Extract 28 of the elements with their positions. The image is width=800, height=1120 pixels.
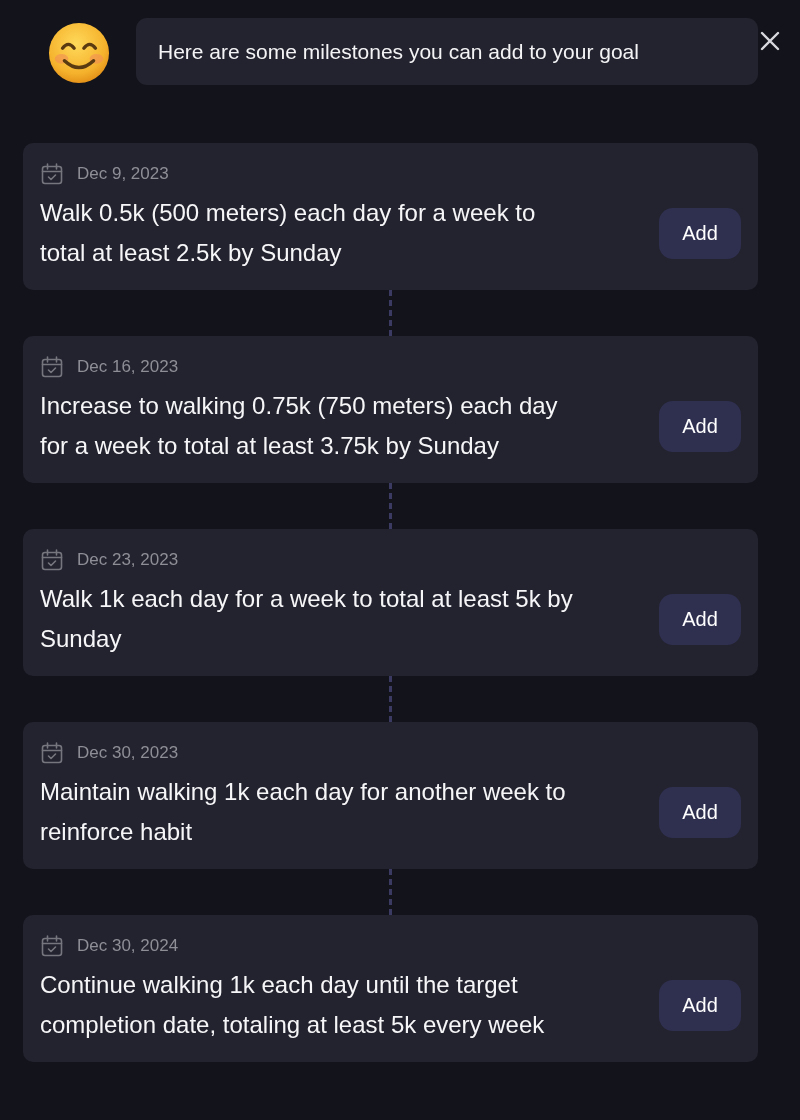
milestone-date: Dec 9, 2023 xyxy=(77,164,169,184)
milestone-date: Dec 23, 2023 xyxy=(77,550,179,570)
timeline-connector xyxy=(389,290,392,336)
milestone-text: Maintain walking 1k each day for another week to reinforce habit xyxy=(40,777,567,847)
calendar-check-icon xyxy=(41,742,63,764)
calendar-check-icon xyxy=(41,935,63,957)
add-button[interactable]: Add xyxy=(659,400,741,452)
add-button[interactable]: Add xyxy=(659,207,741,259)
timeline-connector xyxy=(389,676,392,722)
milestone-date: Dec 30, 2023 xyxy=(77,743,179,763)
milestone-text: Walk 1k each day for a week to total at least 5k by Sunday xyxy=(40,584,574,654)
timeline-connector xyxy=(389,483,392,529)
calendar-check-icon xyxy=(41,356,63,378)
close-icon xyxy=(760,31,780,51)
milestone-date: Dec 30, 2024 xyxy=(77,936,179,956)
milestone-text: Increase to walking 0.75k (750 meters) each day for a week to total at least 3.75k by Sunday xyxy=(40,391,559,461)
milestone-text: Continue walking 1k each day until the target completion date, totaling at least 5k every week xyxy=(40,970,546,1040)
timeline-connector xyxy=(389,869,392,915)
message-text: Here are some milestones you can add to your goal xyxy=(158,38,639,65)
milestone-date: Dec 16, 2023 xyxy=(77,357,179,377)
add-button[interactable]: Add xyxy=(659,979,741,1031)
add-button[interactable]: Add xyxy=(659,786,741,838)
calendar-check-icon xyxy=(41,549,63,571)
milestone-text: Walk 0.5k (500 meters) each day for a week to total at least 2.5k by Sunday xyxy=(40,198,537,268)
add-button[interactable]: Add xyxy=(659,593,741,645)
smiling-face-icon xyxy=(48,22,110,84)
calendar-check-icon xyxy=(41,163,63,185)
close-button[interactable] xyxy=(758,29,782,53)
